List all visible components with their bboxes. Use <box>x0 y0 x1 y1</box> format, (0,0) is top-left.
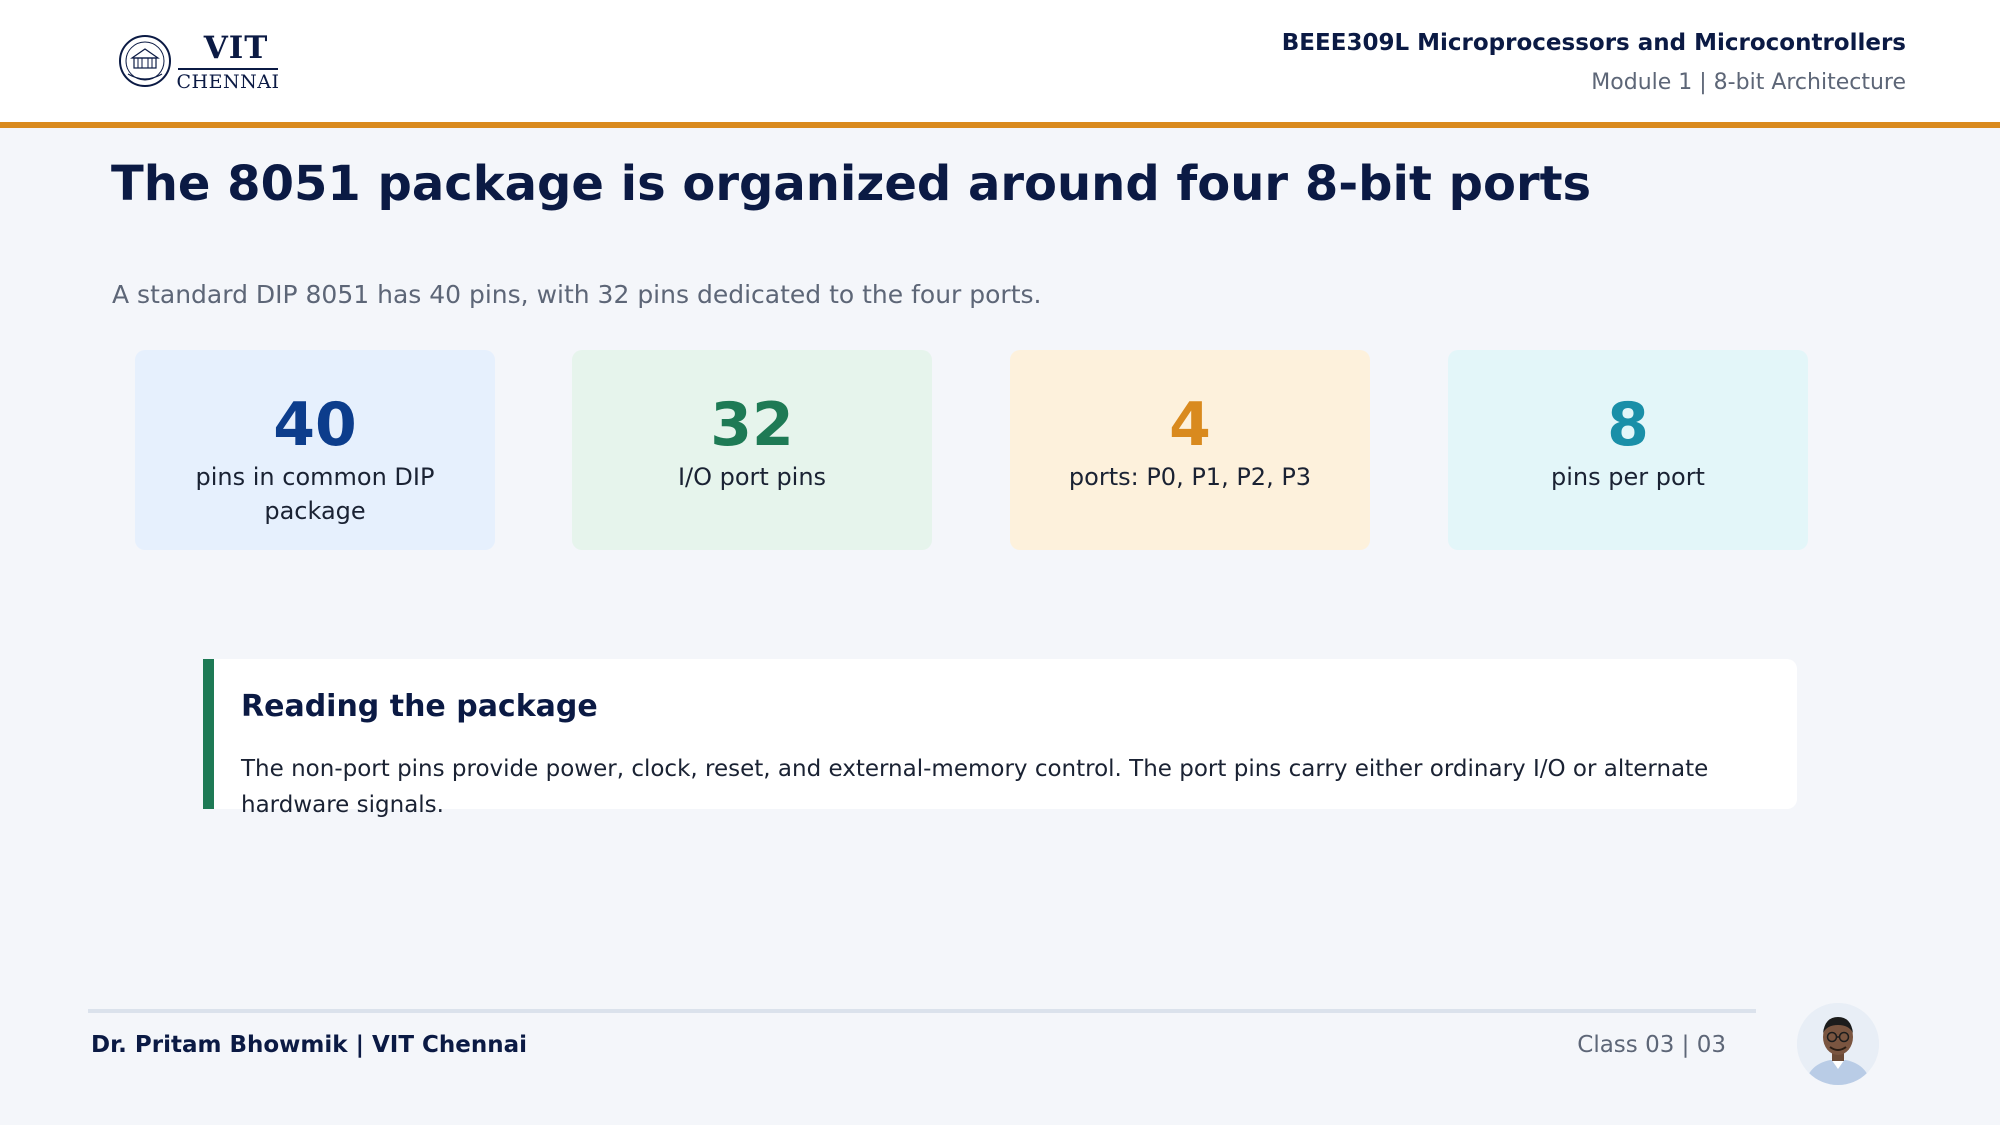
header-accent-rule <box>0 122 2000 128</box>
stat-value: 40 <box>273 390 357 460</box>
stat-card-pins: 40 pins in common DIP package <box>135 350 495 550</box>
stat-value: 4 <box>1169 390 1211 460</box>
stat-value: 32 <box>710 390 794 460</box>
callout-title: Reading the package <box>241 689 598 724</box>
presenter-avatar-icon <box>1797 1003 1879 1085</box>
stat-card-pins-per-port: 8 pins per port <box>1448 350 1808 550</box>
slide-subtitle: A standard DIP 8051 has 40 pins, with 32… <box>112 280 1042 309</box>
logo-name: VIT <box>203 30 269 66</box>
stat-label: I/O port pins <box>677 463 827 491</box>
callout-reading-the-package: Reading the package The non-port pins pr… <box>203 659 1797 818</box>
stat-label: pins per port <box>1551 463 1705 491</box>
stat-value: 8 <box>1607 390 1649 460</box>
vit-seal-icon <box>119 35 171 87</box>
stat-card-io-pins: 32 I/O port pins <box>572 350 932 550</box>
stat-label: ports: P0, P1, P2, P3 <box>1068 463 1312 491</box>
logo-campus: CHENNAI <box>176 71 280 93</box>
callout-body: The non-port pins provide power, clock, … <box>241 756 1709 818</box>
module-label: Module 1 | 8-bit Architecture <box>1591 70 1906 95</box>
stat-label: pins in common DIP package <box>195 463 435 525</box>
footer-author: Dr. Pritam Bhowmik | VIT Chennai <box>91 1032 528 1058</box>
slide-title: The 8051 package is organized around fou… <box>111 156 1592 212</box>
logo-divider <box>178 68 278 70</box>
course-title: BEEE309L Microprocessors and Microcontro… <box>1281 30 1906 56</box>
callout-accent-bar <box>203 659 214 809</box>
footer-page-number: Class 03 | 03 <box>1577 1032 1726 1058</box>
vit-chennai-logo: VIT CHENNAI <box>118 30 280 93</box>
slide-header: VIT CHENNAI BEEE309L Microprocessors and… <box>0 0 2000 122</box>
footer-rule <box>88 1009 1756 1013</box>
stat-card-ports: 4 ports: P0, P1, P2, P3 <box>1010 350 1370 550</box>
